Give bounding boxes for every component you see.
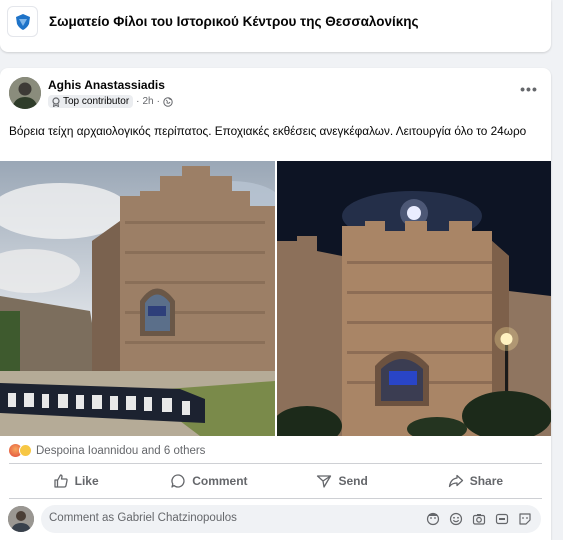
actions-divider-bottom xyxy=(9,498,542,499)
post-photo-night[interactable] xyxy=(277,161,551,436)
top-contributor-badge[interactable]: Top contributor xyxy=(48,95,134,108)
comment-label: Comment xyxy=(192,474,248,488)
send-button[interactable]: Send xyxy=(276,466,409,496)
post-actions: Like Comment Send Share xyxy=(9,466,542,496)
post-time[interactable]: 2h xyxy=(143,96,154,107)
thumbs-up-icon xyxy=(53,474,68,488)
emoji-icon[interactable] xyxy=(448,511,464,527)
post-author[interactable]: Aghis Anastassiadis xyxy=(48,78,165,92)
commenter-avatar[interactable] xyxy=(8,506,34,532)
comment-bubble-icon xyxy=(171,474,185,488)
group-name[interactable]: Σωματείο Φίλοι του Ιστορικού Κέντρου της… xyxy=(49,14,419,29)
reactions-summary[interactable]: Despoina Ioannidou and 6 others xyxy=(9,444,205,457)
post-text: Βόρεια τείχη αρχαιολογικός περίπατος. Επ… xyxy=(9,124,527,138)
post-card: Aghis Anastassiadis Top contributor · 2h… xyxy=(0,68,551,540)
post-options-button[interactable]: ••• xyxy=(517,79,541,99)
send-icon xyxy=(317,475,332,488)
sticker-icon[interactable] xyxy=(517,511,533,527)
author-avatar[interactable] xyxy=(9,77,41,109)
comment-tools xyxy=(425,511,533,527)
avatar-sticker-icon[interactable] xyxy=(425,511,441,527)
share-label: Share xyxy=(469,474,504,488)
post-meta: Top contributor · 2h · xyxy=(48,95,173,108)
camera-icon[interactable] xyxy=(471,511,487,527)
share-button[interactable]: Share xyxy=(409,466,542,496)
reaction-icons xyxy=(9,444,32,457)
comment-button[interactable]: Comment xyxy=(142,466,275,496)
group-header: Σωματείο Φίλοι του Ιστορικού Κέντρου της… xyxy=(0,0,551,52)
gif-icon[interactable] xyxy=(494,511,510,527)
shield-logo-icon xyxy=(15,13,30,30)
comment-composer: Comment as Gabriel Chatzinopoulos xyxy=(8,505,548,533)
group-logo[interactable] xyxy=(7,6,38,37)
actions-divider-top xyxy=(9,463,542,464)
like-label: Like xyxy=(74,474,99,488)
meta-separator: · xyxy=(136,96,140,107)
share-arrow-icon xyxy=(448,474,463,488)
sad-face-icon xyxy=(19,444,32,457)
comment-placeholder: Comment as Gabriel Chatzinopoulos xyxy=(49,512,237,524)
post-photo-day[interactable] xyxy=(0,161,275,436)
globe-icon[interactable] xyxy=(163,96,173,107)
comment-input[interactable]: Comment as Gabriel Chatzinopoulos xyxy=(41,505,541,533)
like-button[interactable]: Like xyxy=(9,466,142,496)
reactions-text[interactable]: Despoina Ioannidou and 6 others xyxy=(36,445,205,457)
badge-label: Top contributor xyxy=(63,96,130,107)
send-label: Send xyxy=(338,474,368,488)
meta-separator: · xyxy=(156,96,160,107)
contributor-icon xyxy=(52,96,60,107)
